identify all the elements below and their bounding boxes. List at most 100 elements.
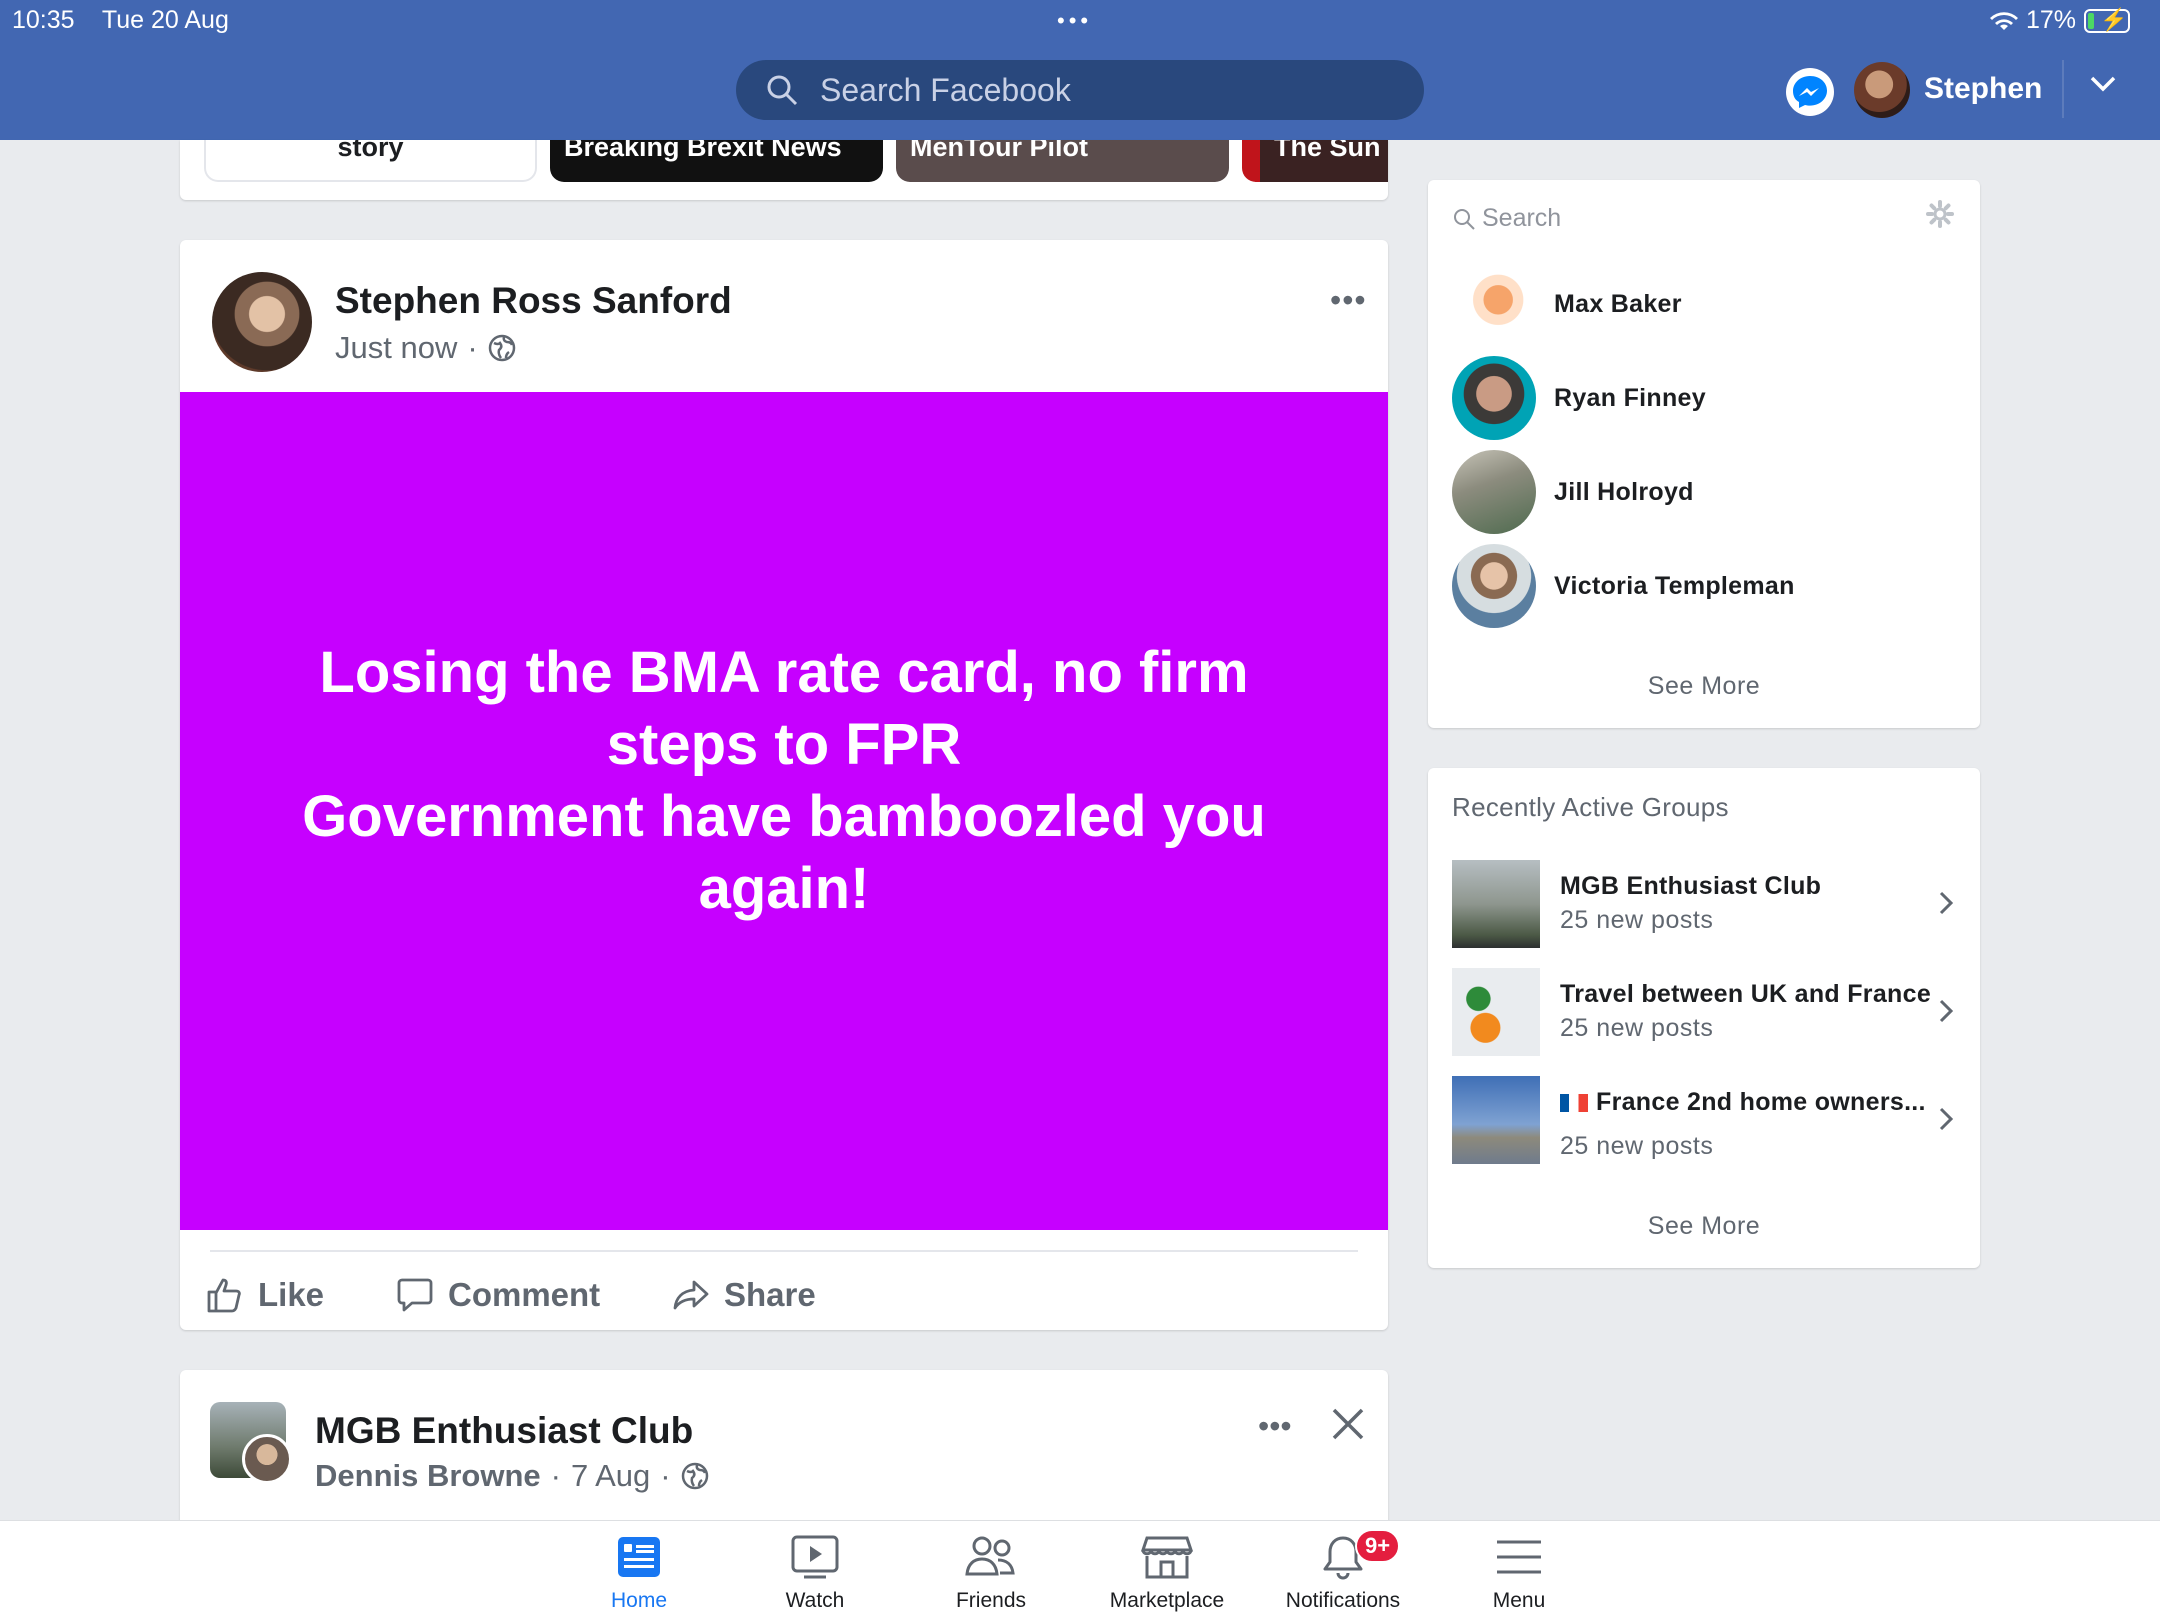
friends-icon — [965, 1536, 1015, 1576]
chevron-down-icon[interactable] — [2090, 76, 2116, 97]
contacts-search-input[interactable]: Search — [1452, 204, 1561, 233]
tab-friends[interactable]: Friends — [903, 1529, 1079, 1619]
meta-separator: · — [660, 1458, 671, 1493]
tab-label: Menu — [1492, 1589, 1546, 1612]
home-feed-icon — [618, 1537, 660, 1577]
contact-name: Ryan Finney — [1554, 383, 1706, 412]
tab-label: Home — [610, 1589, 668, 1612]
share-button[interactable]: Share — [672, 1270, 816, 1320]
contact-avatar — [1452, 262, 1536, 346]
story-the-sun[interactable]: The Sun — [1242, 140, 1388, 182]
tab-notifications[interactable]: 9+ Notifications — [1255, 1529, 1431, 1619]
close-icon[interactable] — [1330, 1406, 1366, 1447]
groups-see-more-link[interactable]: See More — [1428, 1212, 1980, 1241]
comment-button[interactable]: Comment — [396, 1270, 600, 1320]
watch-video-icon — [791, 1535, 839, 1579]
contact-avatar — [1452, 356, 1536, 440]
groups-title: Recently Active Groups — [1452, 792, 1729, 822]
messenger-icon[interactable] — [1786, 68, 1834, 116]
comment-icon — [397, 1278, 433, 1312]
tab-watch[interactable]: Watch — [727, 1529, 903, 1619]
story-breaking-brexit-news[interactable]: Breaking Brexit News — [550, 140, 883, 182]
post-meta: Just now · — [335, 330, 516, 366]
status-time: 10:35 Tue 20 Aug — [12, 6, 229, 35]
notifications-badge: 9+ — [1355, 1529, 1401, 1563]
tab-label: Friends — [955, 1589, 1027, 1612]
group-new-posts: 25 new posts — [1560, 1132, 1714, 1160]
gear-icon[interactable] — [1926, 200, 1954, 233]
like-button[interactable]: Like — [206, 1270, 324, 1320]
author-avatar[interactable] — [242, 1434, 292, 1484]
post-author-name[interactable]: Dennis Browne — [315, 1458, 541, 1494]
tab-marketplace[interactable]: Marketplace — [1079, 1529, 1255, 1619]
group-item[interactable]: France 2nd home owners... 25 new posts — [1452, 1076, 1962, 1166]
contact-name: Victoria Templeman — [1554, 571, 1795, 600]
comment-label: Comment — [448, 1276, 601, 1313]
contact-name: Jill Holroyd — [1554, 477, 1694, 506]
top-bar: 10:35 Tue 20 Aug ••• 17% ⚡ Search Facebo… — [0, 0, 2160, 140]
group-name[interactable]: MGB Enthusiast Club — [315, 1410, 693, 1452]
group-new-posts: 25 new posts — [1560, 906, 1714, 934]
battery-percent: 17% — [2025, 6, 2076, 34]
contact-avatar — [1452, 450, 1536, 534]
contact-ryan-finney[interactable]: Ryan Finney — [1452, 356, 1962, 440]
group-name-with-flag: France 2nd home owners... — [1560, 1088, 1926, 1117]
group-name: France 2nd home owners... — [1596, 1088, 1926, 1116]
search-facebook-input[interactable]: Search Facebook — [736, 60, 1424, 120]
status-clock: 10:35 — [12, 6, 75, 34]
more-options-icon[interactable]: ••• — [1330, 282, 1367, 319]
bottom-tab-bar: Home Watch Friends Marketplace 9+ Notifi… — [0, 1520, 2160, 1620]
like-label: Like — [258, 1276, 325, 1313]
tab-label: Watch — [785, 1589, 845, 1612]
post-author-name[interactable]: Stephen Ross Sanford — [335, 280, 732, 322]
stories-strip: story Breaking Brexit News MenTour Pilot… — [180, 140, 1388, 200]
group-name: Travel between UK and France — [1560, 980, 1932, 1008]
globe-icon — [488, 334, 515, 362]
post-card: Stephen Ross Sanford Just now · ••• Losi… — [180, 240, 1388, 1330]
story-label: The Sun — [1274, 140, 1381, 162]
group-name: MGB Enthusiast Club — [1560, 872, 1822, 900]
post-text: Losing the BMA rate card, no firm steps … — [302, 640, 1266, 921]
story-label: story — [337, 140, 404, 162]
chevron-right-icon — [1938, 998, 1954, 1029]
post-author-avatar[interactable] — [212, 272, 312, 372]
post-date[interactable]: 7 Aug — [571, 1458, 650, 1494]
search-placeholder: Search Facebook — [820, 71, 1071, 108]
multitask-dots-icon[interactable]: ••• — [1057, 8, 1092, 34]
group-item[interactable]: MGB Enthusiast Club 25 new posts — [1452, 860, 1962, 950]
contact-avatar — [1452, 544, 1536, 628]
contact-victoria-templeman[interactable]: Victoria Templeman — [1452, 544, 1962, 628]
share-label: Share — [724, 1276, 816, 1313]
search-icon — [767, 75, 798, 106]
group-thumbnail — [1452, 968, 1540, 1056]
story-create[interactable]: story — [204, 140, 537, 182]
group-new-posts: 25 new posts — [1560, 1014, 1714, 1042]
tab-label: Marketplace — [1109, 1589, 1225, 1612]
meta-separator: · — [550, 1458, 561, 1493]
globe-icon — [681, 1462, 708, 1490]
story-mentour-pilot[interactable]: MenTour Pilot — [896, 140, 1229, 182]
contacts-see-more-link[interactable]: See More — [1428, 672, 1980, 701]
search-icon — [1454, 208, 1475, 230]
group-item[interactable]: Travel between UK and France 25 new post… — [1452, 968, 1962, 1058]
battery-icon: ⚡ — [2084, 7, 2130, 33]
tab-menu[interactable]: Menu — [1431, 1529, 1607, 1619]
meta-separator: · — [467, 330, 478, 365]
france-flag-icon — [1560, 1094, 1588, 1113]
post-meta: Dennis Browne · 7 Aug · — [315, 1458, 709, 1494]
story-label: Breaking Brexit News — [564, 140, 842, 162]
profile-avatar[interactable] — [1854, 62, 1910, 118]
actions-divider — [210, 1250, 1358, 1252]
contact-max-baker[interactable]: Max Baker — [1452, 262, 1962, 346]
profile-name[interactable]: Stephen — [1924, 72, 2042, 106]
more-options-icon[interactable]: ••• — [1258, 1408, 1292, 1445]
contact-jill-holroyd[interactable]: Jill Holroyd — [1452, 450, 1962, 534]
post-time[interactable]: Just now — [335, 330, 457, 366]
share-icon — [673, 1280, 709, 1310]
tab-home[interactable]: Home — [551, 1529, 727, 1619]
story-label: MenTour Pilot — [910, 140, 1088, 162]
marketplace-store-icon — [1141, 1536, 1193, 1579]
hamburger-menu-icon — [1497, 1540, 1541, 1574]
tab-label: Notifications — [1285, 1589, 1401, 1612]
status-date: Tue 20 Aug — [101, 6, 229, 34]
